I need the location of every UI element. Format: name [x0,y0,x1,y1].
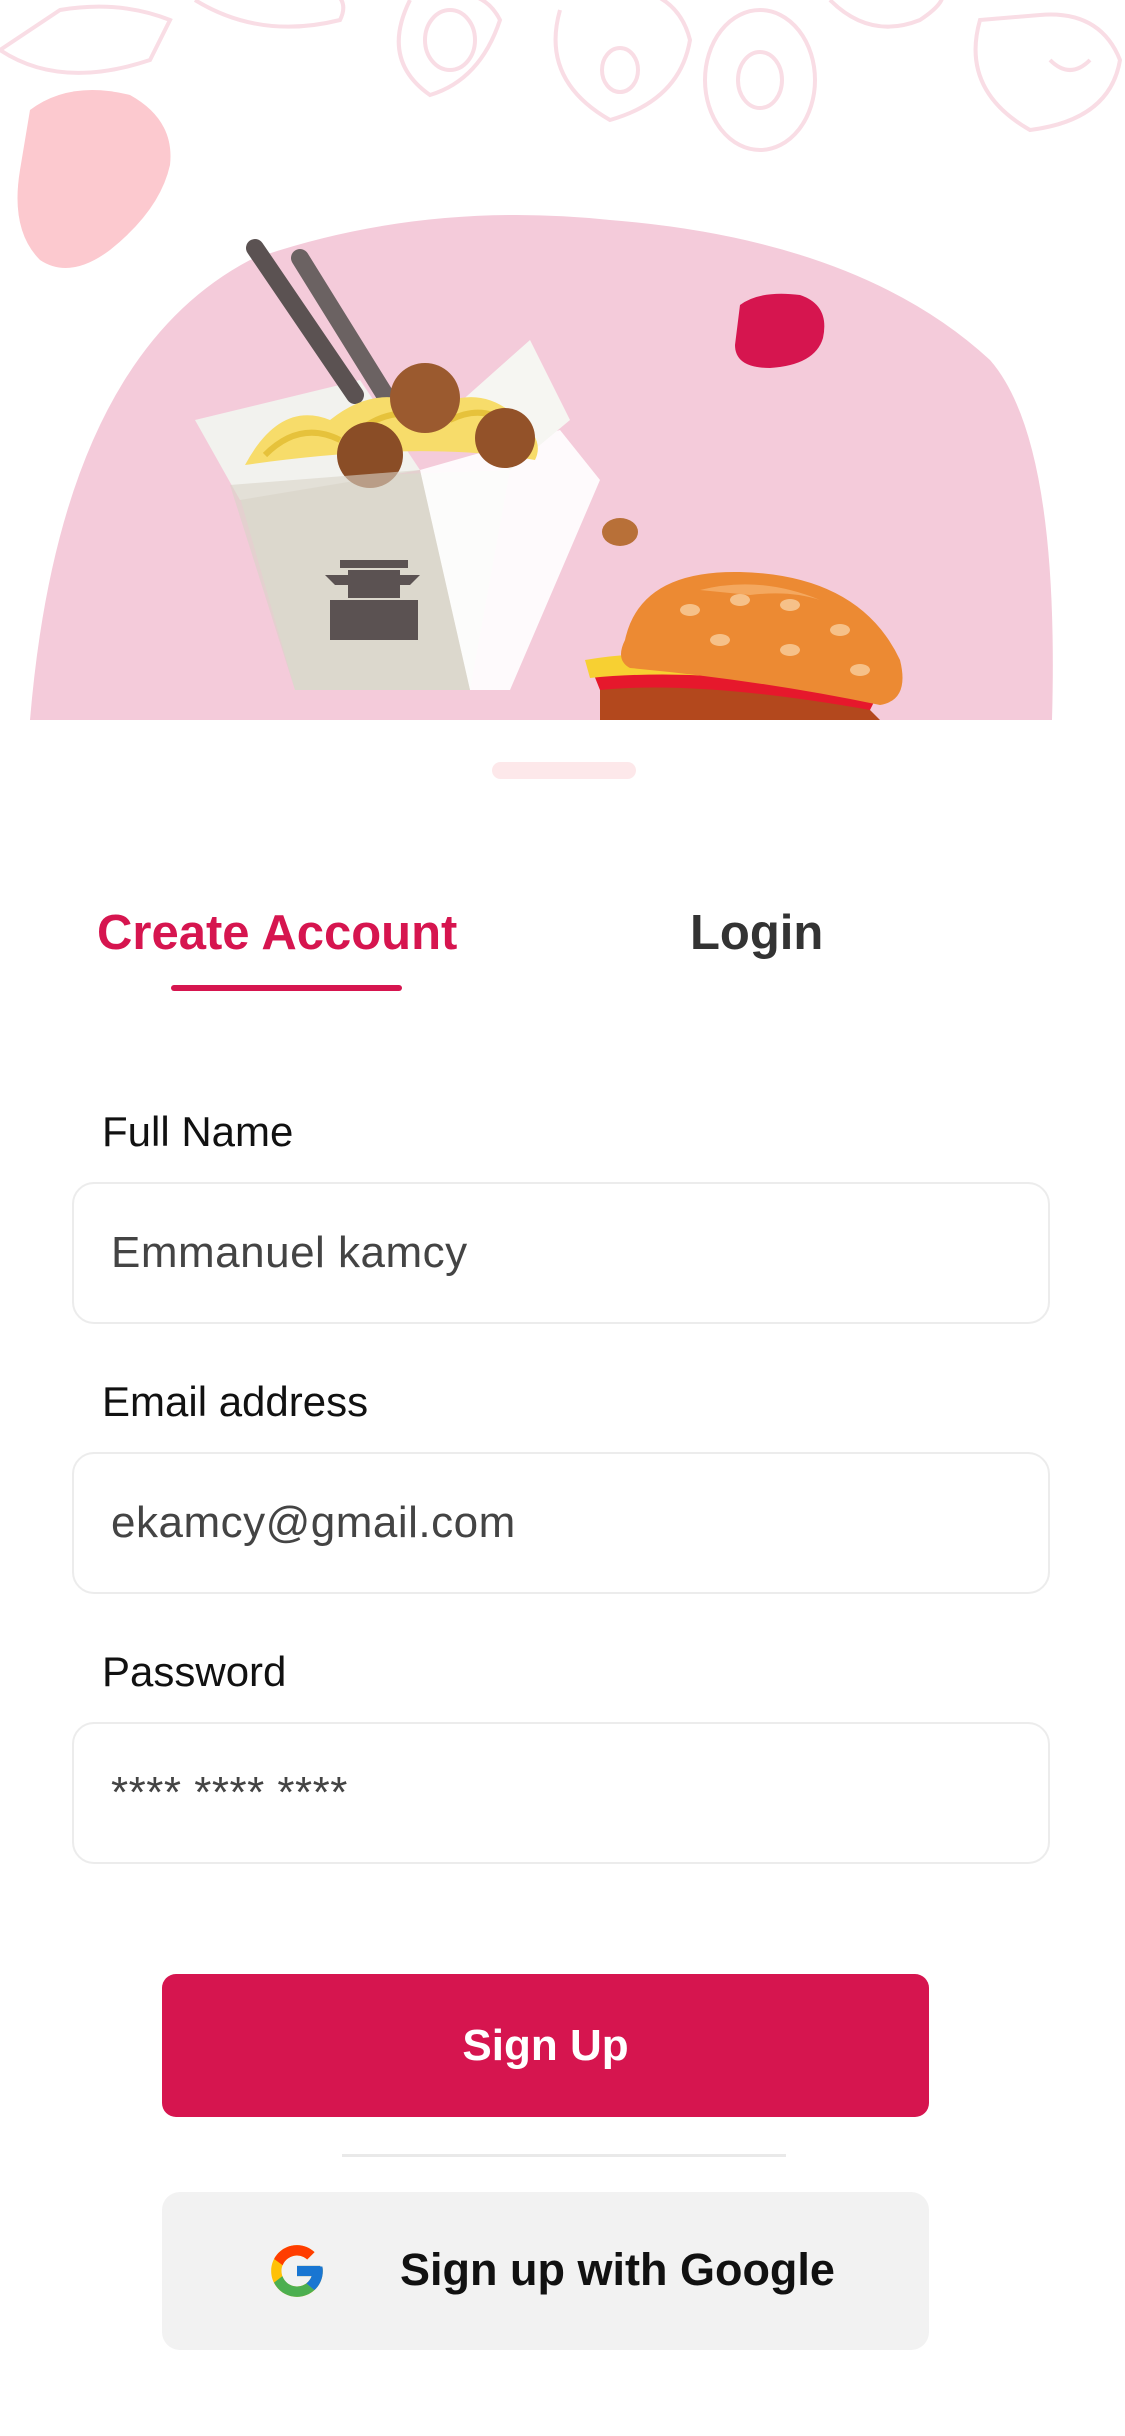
full-name-field [72,1182,1050,1324]
active-tab-indicator [171,985,402,991]
password-input[interactable] [109,1767,1013,1819]
hero-illustration [0,0,1125,720]
email-label: Email address [102,1378,369,1425]
google-button-label: Sign up with Google [400,2244,835,2295]
tab-create-account[interactable]: Create Account [97,905,457,961]
email-field [72,1452,1050,1594]
divider [342,2154,786,2157]
sheet-drag-handle[interactable] [492,762,636,779]
google-icon [271,2245,323,2297]
password-label: Password [102,1648,287,1695]
email-input[interactable] [109,1497,1013,1549]
food-illustration [0,0,1123,720]
password-field [72,1722,1050,1864]
google-sign-up-button[interactable]: Sign up with Google [162,2192,929,2350]
full-name-label: Full Name [102,1108,294,1155]
full-name-input[interactable] [109,1227,1013,1279]
sign-up-button[interactable]: Sign Up [162,1974,929,2117]
tab-login[interactable]: Login [690,905,823,961]
food-doodle-pattern [0,0,1123,152]
